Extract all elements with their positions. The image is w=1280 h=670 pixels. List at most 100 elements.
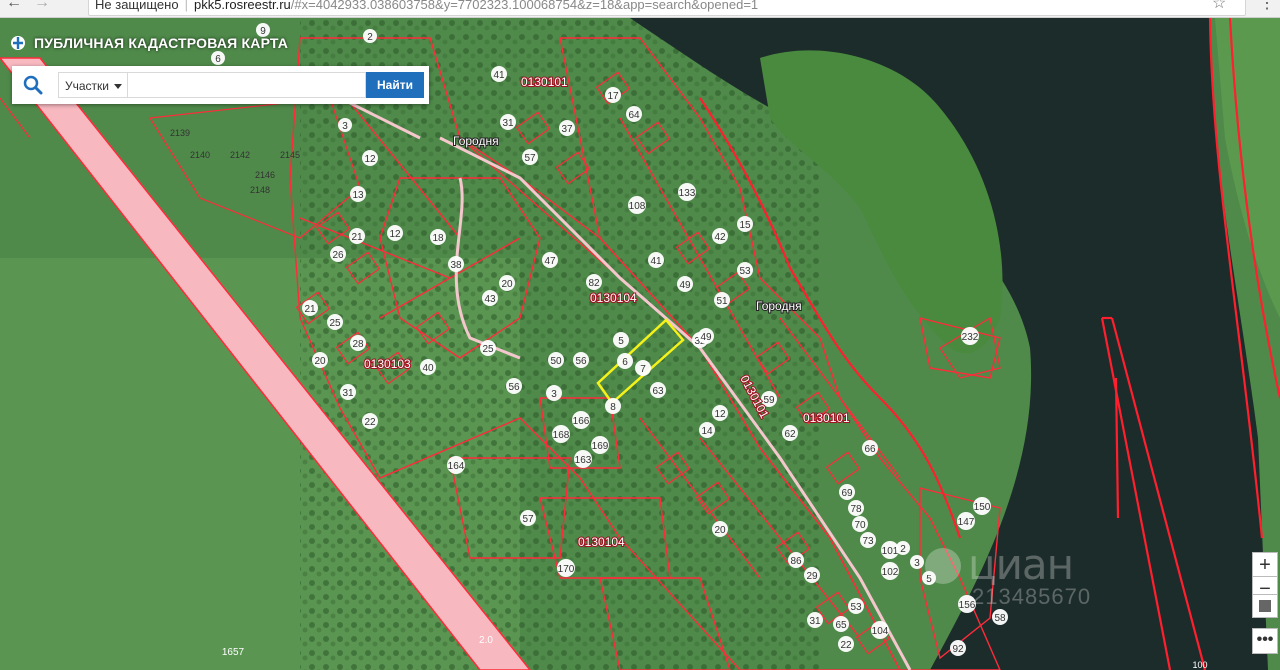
parcel-number: 2145 — [280, 150, 300, 160]
watermark-brand: циан — [968, 540, 1074, 589]
parcel-number: 168 — [553, 430, 570, 441]
parcel-number: 2 — [367, 32, 373, 43]
star-icon[interactable]: ☆ — [1212, 0, 1226, 13]
quarter-label: 0130101 — [521, 75, 568, 89]
parcel-number: 147 — [958, 517, 975, 528]
place-label: Городня — [453, 134, 499, 148]
app-header: ПУБЛИЧНАЯ КАДАСТРОВАЯ КАРТА — [10, 30, 288, 56]
parcel-number: 38 — [450, 260, 462, 271]
parcel-number: 14 — [701, 426, 713, 437]
search-panel: Участки Найти — [12, 66, 429, 104]
map-layers-button[interactable] — [1252, 594, 1278, 618]
parcel-number: 43 — [484, 294, 496, 305]
search-input[interactable] — [128, 72, 366, 98]
quarter-label: 0130103 — [364, 357, 411, 371]
quarter-label: 0130104 — [590, 291, 637, 305]
scale-label: 100 — [1192, 660, 1207, 670]
parcel-number: 26 — [332, 250, 344, 261]
parcel-number: 57 — [522, 514, 534, 525]
parcel-number: 2139 — [170, 128, 190, 138]
parcel-number: 20 — [501, 279, 513, 290]
parcel-number: 29 — [806, 571, 818, 582]
map-canvas[interactable]: 2 6 9 3 12 2139 2140 2142 2145 2146 2148… — [0, 18, 1280, 670]
search-type-label: Участки — [65, 79, 109, 93]
parcel-number: 73 — [862, 536, 874, 547]
parcel-number: 86 — [790, 556, 802, 567]
parcel-number: 69 — [841, 488, 853, 499]
parcel-number: 66 — [864, 444, 876, 455]
parcel-number: 62 — [784, 429, 796, 440]
parcel-number: 42 — [714, 232, 726, 243]
parcel-number: 2146 — [255, 170, 275, 180]
parcel-number: 56 — [575, 356, 587, 367]
parcel-number: 41 — [493, 70, 505, 81]
parcel-number: 65 — [835, 620, 847, 631]
parcel-number: 47 — [544, 256, 556, 267]
square-icon — [1259, 600, 1271, 612]
parcel-number: 40 — [422, 363, 434, 374]
parcel-number: 164 — [448, 461, 465, 472]
parcel-number: 2142 — [230, 150, 250, 160]
parcel-number: 170 — [558, 564, 575, 575]
parcel-number: 53 — [739, 266, 751, 277]
arrow-left-icon[interactable]: ← — [6, 0, 22, 12]
parcel-number: 56 — [508, 382, 520, 393]
parcel-number: 18 — [432, 233, 444, 244]
zoom-in-button[interactable]: + — [1252, 552, 1278, 578]
more-tools-button[interactable]: ••• — [1252, 628, 1278, 654]
parcel-number: 31 — [809, 616, 821, 627]
parcel-number: 3 — [342, 121, 348, 132]
place-label: Городня — [756, 299, 802, 313]
parcel-number: 53 — [850, 602, 862, 613]
watermark-number: 213485670 — [972, 584, 1092, 609]
chevron-down-icon — [114, 84, 122, 90]
parcel-number: 92 — [952, 644, 964, 655]
quarter-label: 0130104 — [578, 535, 625, 549]
cadastral-map[interactable]: 2 6 9 3 12 2139 2140 2142 2145 2146 2148… — [0, 18, 1280, 670]
parcel-number: 82 — [588, 278, 600, 289]
parcel-number: 22 — [840, 640, 852, 651]
parcel-number: 6 — [622, 357, 628, 368]
parcel-number: 37 — [561, 124, 573, 135]
parcel-number: 169 — [592, 441, 609, 452]
parcel-number: 108 — [629, 201, 646, 212]
search-icon[interactable] — [22, 75, 44, 95]
parcel-number: 70 — [854, 520, 866, 531]
parcel-number: 3 — [914, 558, 920, 569]
parcel-number: 7 — [640, 364, 646, 375]
parcel-number: 104 — [872, 626, 889, 637]
search-button[interactable]: Найти — [366, 72, 424, 98]
parcel-number: 15 — [739, 220, 751, 231]
parcel-number: 8 — [610, 402, 616, 413]
parcel-number: 25 — [482, 344, 494, 355]
parcel-number: 49 — [679, 280, 691, 291]
parcel-number: 163 — [575, 455, 592, 466]
parcel-number: 17 — [607, 91, 619, 102]
parcel-number: 2140 — [190, 150, 210, 160]
arrow-right-icon[interactable]: → — [34, 0, 50, 12]
parcel-number: 1657 — [222, 647, 245, 658]
parcel-number: 21 — [351, 232, 363, 243]
parcel-number: 133 — [679, 188, 696, 199]
kebab-menu-icon[interactable]: ⋮ — [1259, 0, 1275, 13]
parcel-number: 31 — [342, 388, 354, 399]
parcel-number: 49 — [700, 332, 712, 343]
parcel-number: 58 — [994, 613, 1006, 624]
security-label[interactable]: Не защищено — [95, 0, 179, 12]
cian-logo-icon — [925, 548, 961, 584]
parcel-number: 166 — [573, 416, 590, 427]
parcel-number: 12 — [714, 409, 726, 420]
highway-label: 2.0 — [479, 635, 493, 646]
parcel-number: 51 — [716, 296, 728, 307]
parcel-number: 21 — [304, 304, 316, 315]
parcel-number: 5 — [618, 336, 624, 347]
search-type-select[interactable]: Участки — [58, 72, 128, 98]
parcel-number: 20 — [714, 525, 726, 536]
parcel-number: 41 — [650, 256, 662, 267]
cadastral-logo-icon[interactable] — [10, 35, 26, 51]
parcel-number: 232 — [962, 332, 979, 343]
parcel-number: 12 — [364, 154, 376, 165]
parcel-number: 22 — [364, 417, 376, 428]
url-field[interactable]: Не защищено | pkk5.rosreestr.ru/#x=4042933… — [88, 0, 1246, 16]
parcel-number: 57 — [524, 153, 536, 164]
